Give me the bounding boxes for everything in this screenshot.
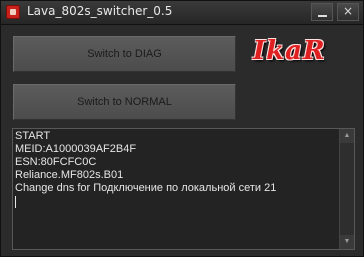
switch-to-normal-button[interactable]: Switch to NORMAL	[13, 84, 236, 120]
window-title: Lava_802s_switcher_0.5	[27, 4, 173, 18]
log-line: Change dns for Подключение по локальной …	[15, 182, 277, 194]
log-output-textarea[interactable]: START MEID:A1000039AF2B4F ESN:80FCFC0C R…	[12, 128, 355, 250]
minimize-icon	[318, 15, 327, 17]
title-bar[interactable]: Lava_802s_switcher_0.5 ×	[1, 1, 363, 25]
log-scrollbar[interactable]: ▲ ▼	[339, 129, 354, 249]
log-line: START	[15, 130, 51, 142]
minimize-button[interactable]	[311, 3, 333, 21]
log-line: Reliance.MF802s.B01	[15, 169, 124, 181]
text-caret	[15, 195, 354, 212]
ikar-logo: IkaR	[253, 36, 326, 66]
switch-to-diag-button[interactable]: Switch to DIAG	[13, 36, 236, 72]
close-button[interactable]: ×	[337, 3, 359, 21]
app-icon	[6, 5, 20, 19]
log-line: ESN:80FCFC0C	[15, 156, 97, 168]
scroll-down-icon[interactable]: ▼	[340, 235, 354, 249]
scroll-up-icon[interactable]: ▲	[340, 129, 354, 143]
log-line: MEID:A1000039AF2B4F	[15, 143, 137, 155]
app-window: Lava_802s_switcher_0.5 × Switch to DIAG …	[0, 0, 364, 257]
close-icon: ×	[342, 4, 354, 18]
